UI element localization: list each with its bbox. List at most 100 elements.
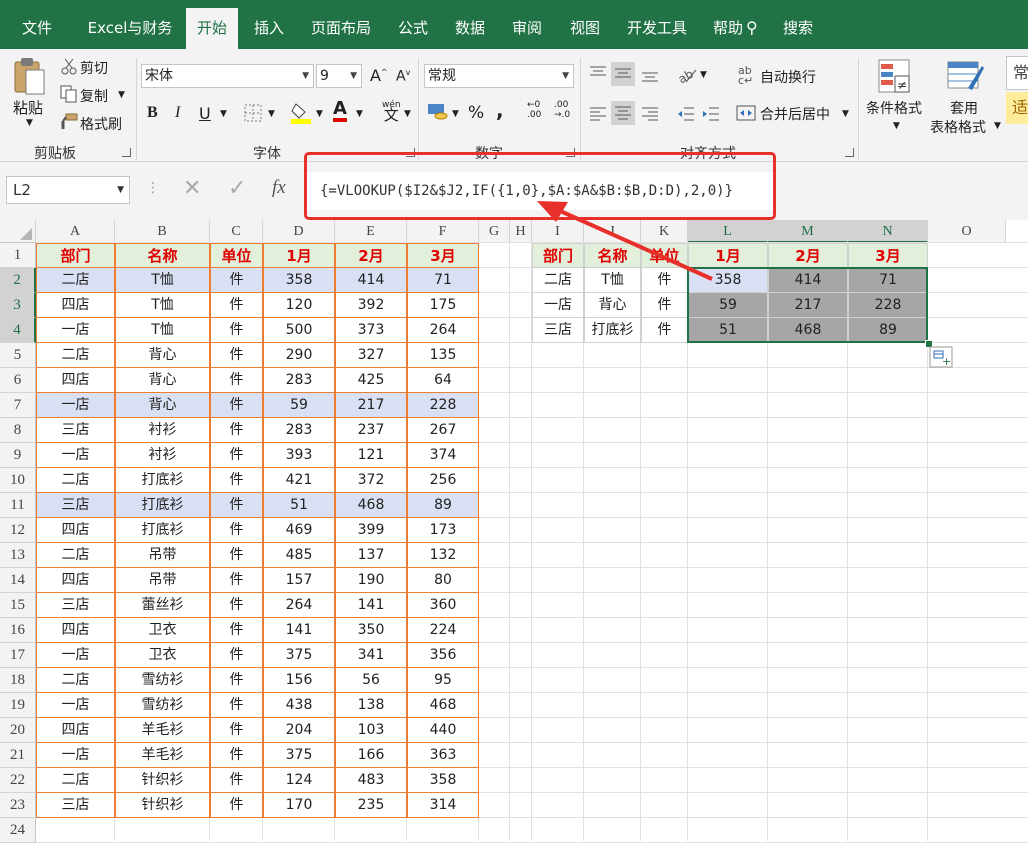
source-data-cell[interactable]: 三店 bbox=[36, 593, 115, 618]
enter-icon[interactable]: ✓ bbox=[228, 176, 246, 201]
format-as-table-line1[interactable]: 套用 bbox=[950, 98, 978, 118]
source-data-cell[interactable]: 135 bbox=[407, 343, 479, 368]
source-data-cell[interactable]: 392 bbox=[335, 293, 407, 318]
source-data-cell[interactable]: 372 bbox=[335, 468, 407, 493]
source-data-cell[interactable]: 217 bbox=[335, 393, 407, 418]
source-data-cell[interactable]: 290 bbox=[263, 343, 335, 368]
row-header-14[interactable]: 14 bbox=[0, 568, 36, 593]
tab-8[interactable]: 视图 bbox=[568, 0, 602, 49]
comma-style-button[interactable]: , bbox=[496, 98, 504, 122]
source-data-cell[interactable]: 414 bbox=[335, 268, 407, 293]
tab-3[interactable]: 插入 bbox=[252, 0, 286, 49]
column-header-F[interactable]: F bbox=[407, 220, 479, 243]
source-data-cell[interactable]: 166 bbox=[335, 743, 407, 768]
column-header-I[interactable]: I bbox=[532, 220, 584, 243]
source-data-cell[interactable]: 四店 bbox=[36, 618, 115, 643]
source-data-cell[interactable]: 背心 bbox=[115, 393, 210, 418]
conditional-dropdown-icon[interactable]: ▼ bbox=[893, 121, 900, 131]
font-name-combo[interactable]: 宋体 ▼ bbox=[141, 64, 314, 88]
source-data-cell[interactable]: 350 bbox=[335, 618, 407, 643]
source-data-cell[interactable]: 175 bbox=[407, 293, 479, 318]
source-header-cell[interactable]: 3月 bbox=[407, 243, 479, 268]
top-align-icon[interactable] bbox=[588, 64, 608, 84]
bold-button[interactable]: B bbox=[147, 104, 158, 122]
font-color-dropdown-icon[interactable]: ▼ bbox=[356, 109, 363, 119]
source-data-cell[interactable]: 132 bbox=[407, 543, 479, 568]
source-data-cell[interactable]: 件 bbox=[210, 393, 263, 418]
source-data-cell[interactable]: 件 bbox=[210, 593, 263, 618]
name-box-dropdown-icon[interactable]: ▼ bbox=[117, 177, 124, 203]
source-data-cell[interactable]: 一店 bbox=[36, 393, 115, 418]
merge-center-button[interactable]: 合并后居中 bbox=[760, 104, 830, 124]
source-data-cell[interactable]: 一店 bbox=[36, 318, 115, 343]
row-header-15[interactable]: 15 bbox=[0, 593, 36, 618]
source-data-cell[interactable]: 421 bbox=[263, 468, 335, 493]
source-data-cell[interactable]: 375 bbox=[263, 743, 335, 768]
source-data-cell[interactable]: 373 bbox=[335, 318, 407, 343]
source-data-cell[interactable]: 件 bbox=[210, 493, 263, 518]
row-header-19[interactable]: 19 bbox=[0, 693, 36, 718]
source-data-cell[interactable]: 二店 bbox=[36, 468, 115, 493]
tab-1[interactable]: Excel与财务 bbox=[86, 0, 174, 49]
tab-7[interactable]: 审阅 bbox=[510, 0, 544, 49]
source-header-cell[interactable]: 名称 bbox=[115, 243, 210, 268]
accounting-format-icon[interactable] bbox=[427, 102, 449, 122]
source-data-cell[interactable]: 358 bbox=[407, 768, 479, 793]
center-align-icon[interactable] bbox=[611, 101, 635, 125]
source-data-cell[interactable]: 一店 bbox=[36, 693, 115, 718]
source-data-cell[interactable]: 二店 bbox=[36, 543, 115, 568]
source-data-cell[interactable]: 二店 bbox=[36, 668, 115, 693]
source-data-cell[interactable]: 针织衫 bbox=[115, 793, 210, 818]
phonetic-guide-button[interactable]: wén 文 bbox=[382, 100, 401, 123]
source-data-cell[interactable]: 件 bbox=[210, 543, 263, 568]
column-header-J[interactable]: J bbox=[584, 220, 641, 243]
column-header-N[interactable]: N bbox=[848, 220, 928, 243]
cell-style-neutral[interactable]: 适 bbox=[1006, 92, 1028, 124]
row-header-23[interactable]: 23 bbox=[0, 793, 36, 818]
row-header-3[interactable]: 3 bbox=[0, 293, 36, 318]
tab-10[interactable]: 帮助 bbox=[711, 0, 745, 49]
increase-font-button[interactable]: A^ bbox=[370, 66, 388, 85]
column-header-C[interactable]: C bbox=[210, 220, 263, 243]
source-data-cell[interactable]: 374 bbox=[407, 443, 479, 468]
source-data-cell[interactable]: 256 bbox=[407, 468, 479, 493]
copy-dropdown-icon[interactable]: ▼ bbox=[118, 90, 125, 100]
source-data-cell[interactable]: 59 bbox=[263, 393, 335, 418]
percent-style-button[interactable]: % bbox=[468, 103, 484, 123]
tab-4[interactable]: 页面布局 bbox=[308, 0, 374, 49]
source-data-cell[interactable]: 120 bbox=[263, 293, 335, 318]
source-data-cell[interactable]: 件 bbox=[210, 468, 263, 493]
tab-5[interactable]: 公式 bbox=[396, 0, 430, 49]
lookup-data-cell[interactable]: 件 bbox=[641, 268, 688, 293]
lookup-header-cell[interactable]: 3月 bbox=[848, 243, 928, 268]
row-header-10[interactable]: 10 bbox=[0, 468, 36, 493]
tab-2[interactable]: 开始 bbox=[186, 8, 238, 49]
row-header-2[interactable]: 2 bbox=[0, 268, 36, 293]
row-header-9[interactable]: 9 bbox=[0, 443, 36, 468]
source-data-cell[interactable]: 283 bbox=[263, 368, 335, 393]
source-data-cell[interactable]: 360 bbox=[407, 593, 479, 618]
row-header-21[interactable]: 21 bbox=[0, 743, 36, 768]
font-name-dropdown-icon[interactable]: ▼ bbox=[302, 65, 309, 87]
lookup-header-cell[interactable]: 单位 bbox=[641, 243, 688, 268]
orientation-icon[interactable]: ab bbox=[676, 64, 698, 84]
source-data-cell[interactable]: 173 bbox=[407, 518, 479, 543]
conditional-formatting-button[interactable]: 条件格式 bbox=[866, 98, 922, 118]
font-size-combo[interactable]: 9 ▼ bbox=[316, 64, 362, 88]
source-data-cell[interactable]: 103 bbox=[335, 718, 407, 743]
source-data-cell[interactable]: 51 bbox=[263, 493, 335, 518]
lookup-data-cell[interactable]: 件 bbox=[641, 318, 688, 343]
source-data-cell[interactable]: 356 bbox=[407, 643, 479, 668]
source-data-cell[interactable]: 375 bbox=[263, 643, 335, 668]
source-data-cell[interactable]: 237 bbox=[335, 418, 407, 443]
fill-color-icon[interactable] bbox=[290, 100, 312, 124]
source-data-cell[interactable]: 件 bbox=[210, 743, 263, 768]
bottom-align-icon[interactable] bbox=[640, 64, 660, 84]
row-header-22[interactable]: 22 bbox=[0, 768, 36, 793]
row-header-1[interactable]: 1 bbox=[0, 243, 36, 268]
source-data-cell[interactable]: T恤 bbox=[115, 318, 210, 343]
source-data-cell[interactable]: 80 bbox=[407, 568, 479, 593]
lookup-data-cell[interactable]: 背心 bbox=[584, 293, 641, 318]
source-data-cell[interactable]: 件 bbox=[210, 668, 263, 693]
tab-search[interactable]: 搜索 ⚲ bbox=[746, 0, 828, 49]
